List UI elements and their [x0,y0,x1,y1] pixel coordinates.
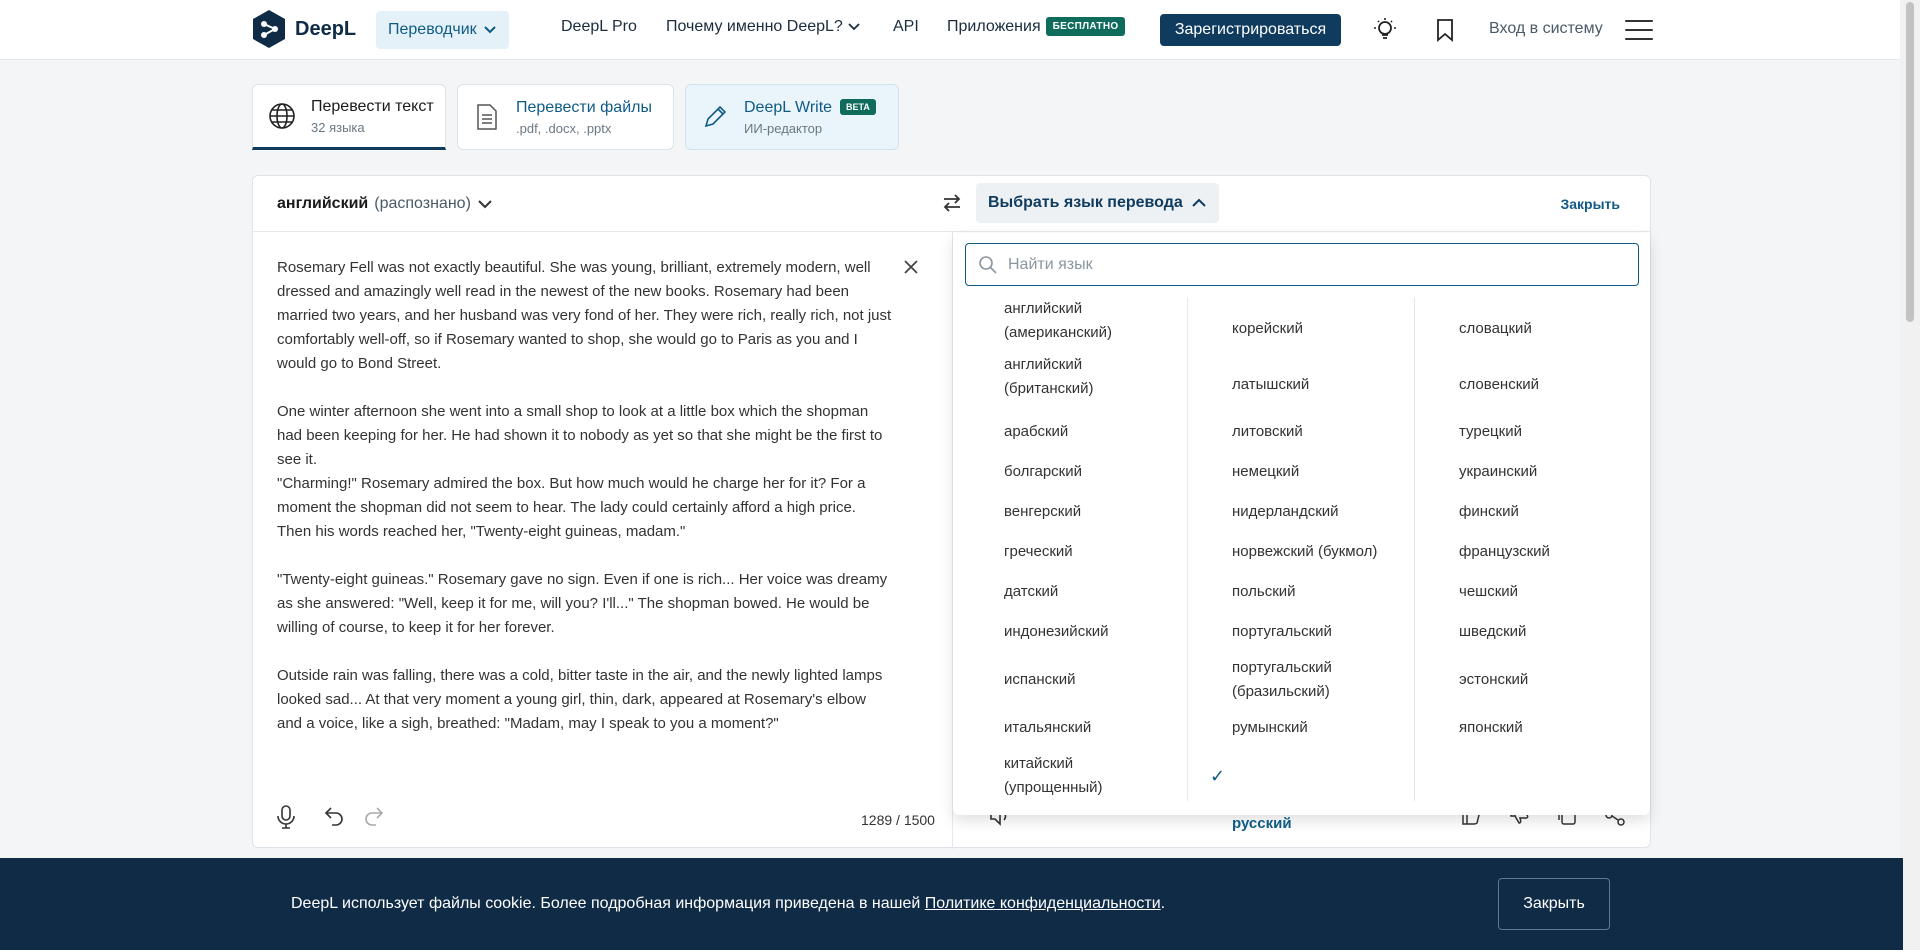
language-option[interactable]: финский [1459,500,1519,524]
tab-title: Перевести текст [311,97,434,115]
translator-menu[interactable]: Переводчик [376,11,509,49]
tab-title: Перевести файлы [516,98,652,116]
target-language-dropdown: английский (американский) английский (бр… [953,233,1650,832]
language-option[interactable]: итальянский [1004,716,1091,740]
deepl-logo-icon [253,10,285,48]
translator-menu-label: Переводчик [388,21,477,38]
language-option[interactable]: румынский [1232,716,1308,740]
nav-apps[interactable]: Приложения БЕСПЛАТНО [947,16,1126,36]
cookie-text: DeepL использует файлы cookie. Более под… [291,895,925,912]
swap-languages-icon[interactable] [941,192,963,219]
nav-deepl-pro[interactable]: DeepL Pro [561,18,637,36]
free-badge: БЕСПЛАТНО [1045,16,1126,36]
language-option[interactable]: японский [1459,716,1523,740]
language-option[interactable]: испанский [1004,668,1075,692]
nav-why-deepl[interactable]: Почему именно DeepL? [666,18,860,36]
chevron-up-icon [1192,198,1206,207]
search-icon [979,255,997,274]
language-option[interactable]: датский [1004,580,1058,604]
hamburger-menu-icon[interactable] [1625,20,1653,40]
cookie-banner: DeepL использует файлы cookie. Более под… [0,858,1903,950]
language-option[interactable]: чешский [1459,580,1518,604]
signup-button[interactable]: Зарегистрироваться [1160,14,1341,46]
nav-api-label: API [893,18,919,35]
chevron-down-icon [478,200,492,209]
language-option[interactable]: французский [1459,540,1550,564]
checkmark-icon: ✓ [1210,766,1226,786]
page-scrollbar[interactable] [1900,0,1920,950]
language-option[interactable]: польский [1232,580,1296,604]
redo-icon[interactable] [363,804,385,831]
column-divider [1414,297,1415,801]
cookie-message: DeepL использует файлы cookie. Более под… [291,895,1165,913]
language-option[interactable]: латышский [1232,373,1309,397]
tab-subtitle: ИИ-редактор [744,120,823,136]
language-option-selected[interactable]: ✓ русский [1210,764,1292,836]
pencil-icon [686,104,744,130]
language-option[interactable]: индонезийский [1004,620,1109,644]
selected-language-label: русский [1232,815,1292,832]
language-option[interactable]: нидерландский [1232,500,1339,524]
nav-why-deepl-label: Почему именно DeepL? [666,18,843,35]
lightbulb-icon[interactable] [1370,15,1400,45]
source-language-selector[interactable]: английский (распознано) [277,195,493,213]
language-search-input[interactable] [1008,255,1608,274]
tab-title: DeepL Write [744,98,833,116]
language-option[interactable]: греческий [1004,540,1073,564]
language-option[interactable]: арабский [1004,420,1068,444]
target-language-selector[interactable]: Выбрать язык перевода [976,183,1219,223]
logo-text: DeepL [295,17,357,40]
cookie-close-button[interactable]: Закрыть [1498,878,1610,930]
language-search-field[interactable] [965,243,1639,286]
language-option[interactable]: турецкий [1459,420,1522,444]
target-language-label: Выбрать язык перевода [988,194,1183,211]
scrollbar-thumb[interactable] [1906,2,1914,322]
chevron-down-icon [483,26,496,34]
language-option[interactable]: китайский (упрощенный) [1004,752,1103,800]
nav-deepl-pro-label: DeepL Pro [561,18,637,35]
bookmark-icon[interactable] [1430,15,1460,45]
detected-label: (распознано) [374,195,471,212]
language-option[interactable]: словацкий [1459,317,1532,341]
undo-icon[interactable] [323,804,345,831]
clear-text-icon[interactable] [903,258,919,281]
deepl-logo[interactable]: DeepL [251,9,356,49]
language-option[interactable]: английский (британский) [1004,353,1093,401]
login-link[interactable]: Вход в систему [1489,20,1603,38]
document-icon [458,103,516,131]
tab-subtitle: 32 языка [311,119,365,135]
tab-translate-text[interactable]: Перевести текст 32 языка [252,84,446,150]
tab-subtitle: .pdf, .docx, .pptx [516,120,612,136]
language-option[interactable]: норвежский (букмол) [1232,540,1377,564]
chevron-down-icon [848,23,860,31]
tab-translate-files[interactable]: Перевести файлы .pdf, .docx, .pptx [457,84,674,150]
top-navbar: DeepL Переводчик DeepL Pro Почему именно… [0,0,1900,60]
tab-deepl-write[interactable]: DeepL Write BETA ИИ-редактор [685,84,899,150]
language-option[interactable]: шведский [1459,620,1526,644]
language-option[interactable]: литовский [1232,420,1303,444]
beta-badge: BETA [840,99,876,116]
column-divider [1187,297,1188,801]
nav-api[interactable]: API [893,18,919,36]
language-toolbar: английский (распознано) Выбрать язык пер… [253,176,1650,232]
character-counter: 1289 / 1500 [861,812,935,828]
language-option[interactable]: португальский [1232,620,1332,644]
microphone-icon[interactable] [275,804,297,835]
cookie-text-end: . [1160,895,1166,912]
nav-apps-label: Приложения [947,18,1041,35]
privacy-policy-link[interactable]: Политике конфиденциальности [925,895,1161,912]
language-option[interactable]: украинский [1459,460,1537,484]
language-option[interactable]: английский (американский) [1004,297,1112,345]
source-language-label: английский [277,195,369,212]
language-option[interactable]: словенский [1459,373,1539,397]
language-option[interactable]: эстонский [1459,668,1528,692]
language-option[interactable]: португальский (бразильский) [1232,656,1332,704]
globe-icon [253,102,311,130]
language-option[interactable]: болгарский [1004,460,1082,484]
source-text-input[interactable]: Rosemary Fell was not exactly beautiful.… [277,256,892,736]
close-language-picker-link[interactable]: Закрыть [1560,196,1620,212]
language-option[interactable]: корейский [1232,317,1303,341]
language-option[interactable]: венгерский [1004,500,1081,524]
language-option[interactable]: немецкий [1232,460,1299,484]
